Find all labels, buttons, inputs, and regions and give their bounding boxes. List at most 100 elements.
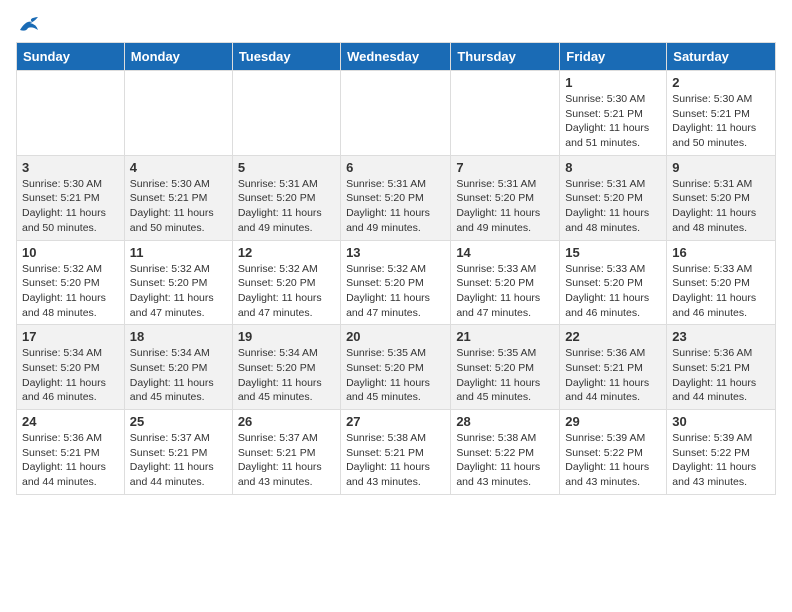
calendar-cell: 8Sunrise: 5:31 AM Sunset: 5:20 PM Daylig… [560, 155, 667, 240]
calendar-cell: 18Sunrise: 5:34 AM Sunset: 5:20 PM Dayli… [124, 325, 232, 410]
day-info: Sunrise: 5:36 AM Sunset: 5:21 PM Dayligh… [22, 431, 119, 490]
week-row-5: 24 Sunrise: 5:36 AM Sunset: 5:21 PM Dayli… [17, 410, 776, 495]
calendar-cell: 20 Sunrise: 5:35 AM Sunset: 5:20 PM Dayli… [341, 325, 451, 410]
day-info: Sunrise: 5:34 AM Sunset: 5:20 PM Dayligh… [130, 346, 227, 405]
day-number: 19 [238, 329, 335, 344]
day-info: Sunrise: 5:37 AM Sunset: 5:21 PM Dayligh… [130, 431, 227, 490]
day-info: Sunrise: 5:33 AM Sunset: 5:20 PM Dayligh… [565, 262, 661, 321]
day-number: 30 [672, 414, 770, 429]
day-info: Sunrise: 5:30 AM Sunset: 5:21 PM Dayligh… [130, 177, 227, 236]
calendar-cell [17, 71, 125, 156]
day-info: Sunrise: 5:38 AM Sunset: 5:22 PM Dayligh… [456, 431, 554, 490]
day-number: 16 [672, 245, 770, 260]
day-info: Sunrise: 5:39 AM Sunset: 5:22 PM Dayligh… [672, 431, 770, 490]
calendar-cell: 2 Sunrise: 5:30 AM Sunset: 5:21 PM Daylig… [667, 71, 776, 156]
day-number: 1 [565, 75, 661, 90]
day-info: Sunrise: 5:33 AM Sunset: 5:20 PM Dayligh… [672, 262, 770, 321]
day-number: 12 [238, 245, 335, 260]
column-header-saturday: Saturday [667, 43, 776, 71]
logo-bird-icon [18, 16, 40, 34]
calendar-cell: 15 Sunrise: 5:33 AM Sunset: 5:20 PM Dayli… [560, 240, 667, 325]
day-number: 24 [22, 414, 119, 429]
day-number: 21 [456, 329, 554, 344]
calendar-cell: 26Sunrise: 5:37 AM Sunset: 5:21 PM Dayli… [232, 410, 340, 495]
calendar-header-row: SundayMondayTuesdayWednesdayThursdayFrid… [17, 43, 776, 71]
day-info: Sunrise: 5:33 AM Sunset: 5:20 PM Dayligh… [456, 262, 554, 321]
calendar-cell: 19 Sunrise: 5:34 AM Sunset: 5:20 PM Dayli… [232, 325, 340, 410]
calendar-cell: 30 Sunrise: 5:39 AM Sunset: 5:22 PM Dayli… [667, 410, 776, 495]
calendar-cell: 28 Sunrise: 5:38 AM Sunset: 5:22 PM Dayli… [451, 410, 560, 495]
calendar-cell: 23Sunrise: 5:36 AM Sunset: 5:21 PM Dayli… [667, 325, 776, 410]
day-number: 10 [22, 245, 119, 260]
day-number: 7 [456, 160, 554, 175]
day-info: Sunrise: 5:38 AM Sunset: 5:21 PM Dayligh… [346, 431, 445, 490]
calendar-cell: 9 Sunrise: 5:31 AM Sunset: 5:20 PM Daylig… [667, 155, 776, 240]
calendar-cell: 10 Sunrise: 5:32 AM Sunset: 5:20 PM Dayli… [17, 240, 125, 325]
calendar-cell: 25 Sunrise: 5:37 AM Sunset: 5:21 PM Dayli… [124, 410, 232, 495]
calendar-cell: 3 Sunrise: 5:30 AM Sunset: 5:21 PM Daylig… [17, 155, 125, 240]
day-number: 28 [456, 414, 554, 429]
calendar-cell: 21 Sunrise: 5:35 AM Sunset: 5:20 PM Dayli… [451, 325, 560, 410]
calendar-cell [124, 71, 232, 156]
calendar-cell: 13 Sunrise: 5:32 AM Sunset: 5:20 PM Dayli… [341, 240, 451, 325]
logo [16, 16, 40, 34]
day-number: 2 [672, 75, 770, 90]
day-info: Sunrise: 5:31 AM Sunset: 5:20 PM Dayligh… [672, 177, 770, 236]
week-row-3: 10 Sunrise: 5:32 AM Sunset: 5:20 PM Dayli… [17, 240, 776, 325]
calendar-cell: 1 Sunrise: 5:30 AM Sunset: 5:21 PM Daylig… [560, 71, 667, 156]
day-info: Sunrise: 5:35 AM Sunset: 5:20 PM Dayligh… [346, 346, 445, 405]
day-info: Sunrise: 5:31 AM Sunset: 5:20 PM Dayligh… [346, 177, 445, 236]
column-header-tuesday: Tuesday [232, 43, 340, 71]
calendar-cell [451, 71, 560, 156]
calendar-cell: 27 Sunrise: 5:38 AM Sunset: 5:21 PM Dayli… [341, 410, 451, 495]
day-info: Sunrise: 5:39 AM Sunset: 5:22 PM Dayligh… [565, 431, 661, 490]
day-info: Sunrise: 5:32 AM Sunset: 5:20 PM Dayligh… [22, 262, 119, 321]
day-info: Sunrise: 5:32 AM Sunset: 5:20 PM Dayligh… [130, 262, 227, 321]
calendar-cell [341, 71, 451, 156]
day-number: 13 [346, 245, 445, 260]
calendar-cell: 17Sunrise: 5:34 AM Sunset: 5:20 PM Dayli… [17, 325, 125, 410]
day-info: Sunrise: 5:32 AM Sunset: 5:20 PM Dayligh… [346, 262, 445, 321]
column-header-friday: Friday [560, 43, 667, 71]
day-info: Sunrise: 5:30 AM Sunset: 5:21 PM Dayligh… [672, 92, 770, 151]
day-info: Sunrise: 5:34 AM Sunset: 5:20 PM Dayligh… [238, 346, 335, 405]
day-number: 6 [346, 160, 445, 175]
calendar-cell: 14 Sunrise: 5:33 AM Sunset: 5:20 PM Dayli… [451, 240, 560, 325]
column-header-wednesday: Wednesday [341, 43, 451, 71]
calendar-cell: 7 Sunrise: 5:31 AM Sunset: 5:20 PM Daylig… [451, 155, 560, 240]
calendar-cell: 22 Sunrise: 5:36 AM Sunset: 5:21 PM Dayli… [560, 325, 667, 410]
day-number: 9 [672, 160, 770, 175]
week-row-2: 3 Sunrise: 5:30 AM Sunset: 5:21 PM Daylig… [17, 155, 776, 240]
day-number: 20 [346, 329, 445, 344]
column-header-sunday: Sunday [17, 43, 125, 71]
day-number: 17 [22, 329, 119, 344]
day-info: Sunrise: 5:30 AM Sunset: 5:21 PM Dayligh… [22, 177, 119, 236]
week-row-4: 17 Sunrise: 5:34 AM Sunset: 5:20 PM Dayli… [17, 325, 776, 410]
day-number: 3 [22, 160, 119, 175]
page-header [16, 16, 776, 34]
day-number: 26 [238, 414, 335, 429]
day-info: Sunrise: 5:32 AM Sunset: 5:20 PM Dayligh… [238, 262, 335, 321]
day-number: 4 [130, 160, 227, 175]
calendar-cell: 12 Sunrise: 5:32 AM Sunset: 5:20 PM Dayli… [232, 240, 340, 325]
calendar-body: 1 Sunrise: 5:30 AM Sunset: 5:21 PM Daylig… [17, 71, 776, 495]
day-info: Sunrise: 5:35 AM Sunset: 5:20 PM Dayligh… [456, 346, 554, 405]
calendar-cell: 29 Sunrise: 5:39 AM Sunset: 5:22 PM Dayli… [560, 410, 667, 495]
calendar-cell: 16 Sunrise: 5:33 AM Sunset: 5:20 PM Dayli… [667, 240, 776, 325]
day-info: Sunrise: 5:36 AM Sunset: 5:21 PM Dayligh… [565, 346, 661, 405]
day-info: Sunrise: 5:30 AM Sunset: 5:21 PM Dayligh… [565, 92, 661, 151]
day-number: 22 [565, 329, 661, 344]
day-number: 29 [565, 414, 661, 429]
day-number: 14 [456, 245, 554, 260]
calendar-cell: 5Sunrise: 5:31 AM Sunset: 5:20 PM Daylig… [232, 155, 340, 240]
column-header-thursday: Thursday [451, 43, 560, 71]
day-info: Sunrise: 5:31 AM Sunset: 5:20 PM Dayligh… [456, 177, 554, 236]
day-number: 11 [130, 245, 227, 260]
day-number: 25 [130, 414, 227, 429]
day-number: 23 [672, 329, 770, 344]
day-number: 27 [346, 414, 445, 429]
calendar-cell: 11 Sunrise: 5:32 AM Sunset: 5:20 PM Dayli… [124, 240, 232, 325]
calendar-cell [232, 71, 340, 156]
day-number: 5 [238, 160, 335, 175]
day-number: 15 [565, 245, 661, 260]
